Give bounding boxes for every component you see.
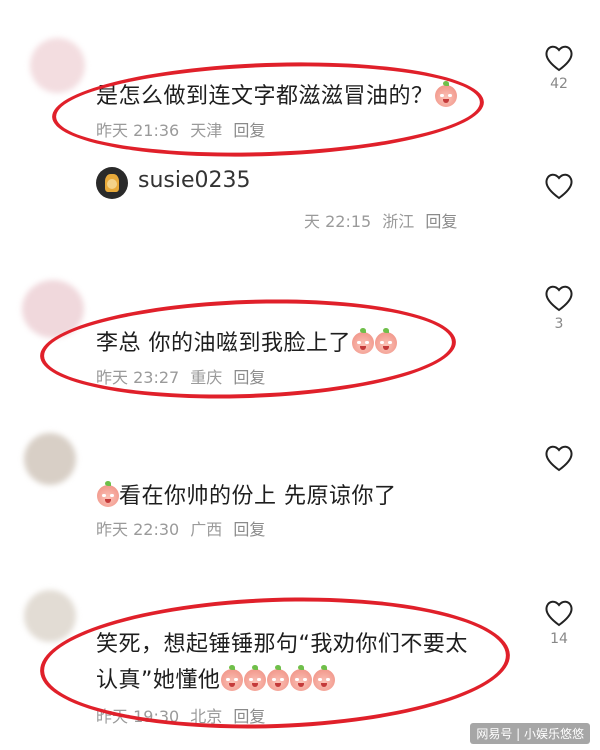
like-count: 3 [554,316,564,332]
comment-time: 昨天 22:30 [96,520,180,539]
comment-location: 浙江 [382,212,415,231]
like-count: 42 [550,76,568,92]
like-button[interactable] [539,172,579,200]
highlight-circle [38,292,458,406]
like-count: 14 [550,631,568,647]
avatar[interactable] [24,433,76,485]
highlight-circle [50,55,486,164]
avatar[interactable] [30,38,85,93]
watermark: 网易号 | 小娱乐悠悠 [470,723,590,744]
crying-emoji-icon [97,481,119,507]
comment-time: 天 22:15 [304,212,372,231]
comment-meta: 昨天 22:30 广西 回复 [96,516,271,540]
heart-outline-icon [545,600,573,627]
reply-button[interactable]: 回复 [233,520,265,539]
like-button[interactable]: 3 [539,284,579,332]
highlight-circle [37,589,513,737]
heart-outline-icon [545,45,573,72]
like-button[interactable] [539,444,579,472]
like-button[interactable]: 42 [539,44,579,92]
comment-text: 看在你帅的份上 先原谅你了 [96,478,397,510]
heart-outline-icon [545,173,573,200]
avatar[interactable] [24,590,76,642]
comment-location: 广西 [190,520,223,539]
reply-button[interactable]: 回复 [425,212,457,231]
heart-outline-icon [545,285,573,312]
comment-meta: 天 22:15 浙江 回复 [304,208,463,232]
avatar[interactable] [96,167,128,199]
heart-outline-icon [545,445,573,472]
like-button[interactable]: 14 [539,599,579,647]
username[interactable]: susie0235 [138,168,251,193]
